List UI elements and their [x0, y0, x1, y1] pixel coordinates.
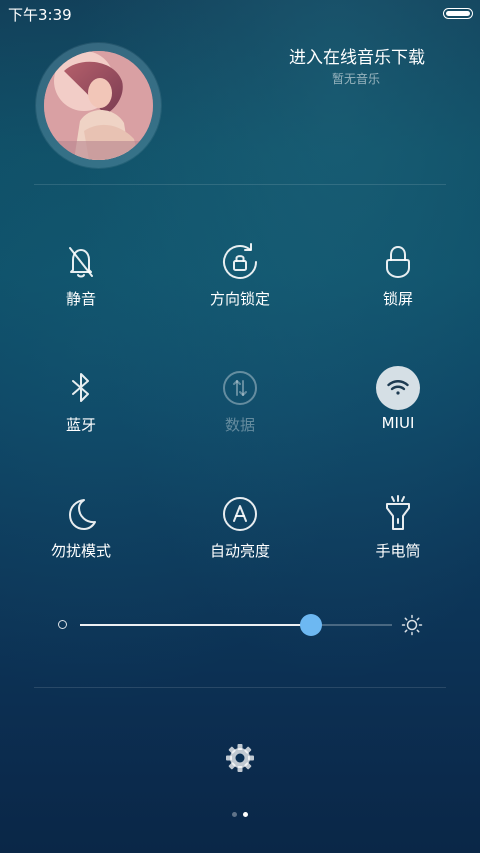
- brightness-high-icon: [401, 614, 423, 636]
- album-art-button[interactable]: [36, 43, 161, 168]
- toggle-mobile-data[interactable]: 数据: [175, 366, 305, 446]
- toggle-label: 自动亮度: [209, 542, 270, 560]
- music-subtitle: 暂无音乐: [331, 72, 380, 86]
- wifi-icon: [376, 366, 420, 410]
- status-bar: 下午3:39: [0, 0, 480, 28]
- slider-thumb[interactable]: [299, 614, 322, 636]
- divider: [34, 687, 446, 688]
- toggle-label: 蓝牙: [65, 416, 96, 434]
- pager-dot: [243, 812, 248, 817]
- toggle-label: MIUI: [381, 414, 415, 432]
- toggle-wifi[interactable]: MIUI: [333, 366, 463, 446]
- slider-fill: [80, 624, 311, 626]
- mobile-data-icon: [218, 366, 262, 410]
- toggle-label: 勿扰模式: [50, 542, 111, 560]
- toggle-label: 手电筒: [375, 542, 421, 560]
- moon-icon: [59, 492, 103, 536]
- divider: [34, 184, 446, 185]
- toggle-label: 静音: [65, 290, 96, 308]
- toggle-do-not-disturb[interactable]: 勿扰模式: [16, 492, 146, 572]
- album-art-image: [44, 51, 153, 160]
- toggle-rotation-lock[interactable]: 方向锁定: [175, 240, 305, 320]
- flashlight-icon: [376, 492, 420, 536]
- battery-level: [446, 11, 470, 16]
- toggle-lock-screen[interactable]: 锁屏: [333, 240, 463, 320]
- rotation-lock-icon: [218, 240, 262, 284]
- brightness-slider[interactable]: [56, 612, 426, 638]
- toggle-label: 锁屏: [382, 290, 413, 308]
- brightness-low-icon: [58, 620, 67, 629]
- slider-track[interactable]: [80, 614, 392, 636]
- toggle-flashlight[interactable]: 手电筒: [333, 492, 463, 572]
- toggle-label: 数据: [224, 416, 255, 434]
- mute-bell-icon: [59, 240, 103, 284]
- lock-icon: [376, 240, 420, 284]
- toggle-bluetooth[interactable]: 蓝牙: [16, 366, 146, 446]
- bluetooth-icon: [59, 366, 103, 410]
- auto-brightness-icon: [218, 492, 262, 536]
- status-time: 下午3:39: [8, 6, 72, 24]
- toggle-label: 方向锁定: [209, 290, 270, 308]
- toggle-auto-brightness[interactable]: 自动亮度: [175, 492, 305, 572]
- settings-button[interactable]: [222, 740, 258, 776]
- toggle-mute[interactable]: 静音: [16, 240, 146, 320]
- page-indicator: [0, 812, 480, 820]
- pager-dot: [232, 812, 237, 817]
- battery-icon: [443, 8, 473, 19]
- gear-icon: [226, 744, 254, 772]
- music-title[interactable]: 进入在线音乐下载: [289, 43, 425, 68]
